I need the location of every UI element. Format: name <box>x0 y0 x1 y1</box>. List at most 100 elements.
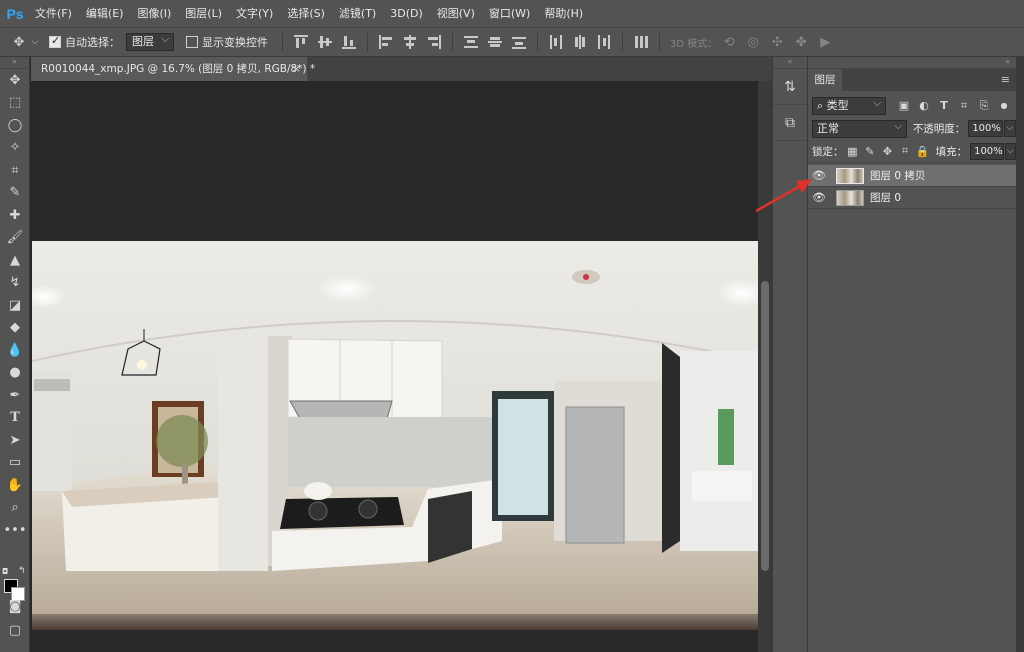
3d-roll-icon[interactable]: ◎ <box>744 33 762 51</box>
swap-colors-icon[interactable]: ↰ <box>18 566 26 576</box>
filter-shape-icon[interactable]: ⌗ <box>956 99 972 113</box>
lock-position-icon[interactable]: ✥ <box>881 145 895 158</box>
lock-all-icon[interactable]: 🔒 <box>916 145 930 158</box>
dodge-tool-icon[interactable]: ● <box>0 362 30 385</box>
align-hcenter-icon[interactable] <box>403 35 417 49</box>
marquee-tool-icon[interactable]: ⬚ <box>0 92 30 115</box>
scrollbar-thumb[interactable] <box>761 281 769 571</box>
collapse-dock-icon[interactable]: « <box>773 57 807 69</box>
more-tools-icon[interactable]: ••• <box>0 519 30 542</box>
filter-pixel-icon[interactable]: ▣ <box>896 99 912 112</box>
menu-edit[interactable]: 编辑(E) <box>79 0 131 27</box>
canvas-area[interactable] <box>31 81 758 652</box>
auto-select-label: 自动选择： <box>65 36 120 49</box>
auto-align-icon[interactable] <box>634 35 648 49</box>
3d-scale-icon[interactable]: ▶ <box>816 33 834 51</box>
menu-3d[interactable]: 3D(D) <box>383 0 430 27</box>
lock-artboard-icon[interactable]: ⌗ <box>898 144 912 158</box>
opacity-input[interactable]: 100% <box>968 120 1003 137</box>
annotation-arrow-icon <box>755 179 812 213</box>
expand-panel-icon[interactable]: « <box>808 57 1016 69</box>
menu-window[interactable]: 窗口(W) <box>482 0 537 27</box>
eraser-tool-icon[interactable]: ◪ <box>0 294 30 317</box>
opacity-dropdown-button[interactable]: ⌵ <box>1003 120 1016 137</box>
show-transform-checkbox[interactable] <box>186 36 198 48</box>
align-top-icon[interactable] <box>294 35 308 49</box>
menu-filter[interactable]: 滤镜(T) <box>332 0 383 27</box>
fill-dropdown-button[interactable]: ⌵ <box>1004 142 1017 160</box>
paint-bucket-tool-icon[interactable]: ◆ <box>0 317 30 340</box>
healing-brush-tool-icon[interactable]: ✚ <box>0 204 30 227</box>
distribute-top-icon[interactable] <box>464 35 478 49</box>
menu-help[interactable]: 帮助(H) <box>537 0 590 27</box>
quick-mask-icon[interactable]: ◙ <box>0 595 30 618</box>
path-selection-tool-icon[interactable]: ➤ <box>0 429 30 452</box>
default-colors-icon[interactable]: ◘ <box>2 567 8 576</box>
document-tab-bar: R0010044_xmp.JPG @ 16.7% (图层 0 拷贝, RGB/8… <box>31 57 772 81</box>
search-icon: ⌕ <box>817 98 824 112</box>
lock-transparent-icon[interactable]: ▦ <box>846 145 860 158</box>
filter-toggle-icon[interactable]: ● <box>996 101 1012 110</box>
filter-smart-object-icon[interactable]: ⎘ <box>976 99 992 113</box>
align-left-icon[interactable] <box>379 35 393 49</box>
menu-view[interactable]: 视图(V) <box>430 0 482 27</box>
layers-panel: « 图层 ≡ ⌕ 类型 ▣ ◐ T ⌗ ⎘ ● 正常 不透明度： 100% ⌵ … <box>808 57 1017 652</box>
eyedropper-tool-icon[interactable]: ✎ <box>0 182 30 205</box>
rectangle-tool-icon[interactable]: ▭ <box>0 452 30 475</box>
filter-adjustment-icon[interactable]: ◐ <box>916 99 932 112</box>
close-document-button[interactable]: × <box>292 57 301 81</box>
filter-kind-value: 类型 <box>826 98 849 112</box>
align-bottom-icon[interactable] <box>342 35 356 49</box>
distribute-left-icon[interactable] <box>549 35 563 49</box>
3d-rotate-icon[interactable]: ⟲ <box>720 33 738 51</box>
magic-wand-tool-icon[interactable]: ✧ <box>0 137 30 160</box>
menu-select[interactable]: 选择(S) <box>280 0 332 27</box>
blur-tool-icon[interactable]: 💧 <box>0 339 30 362</box>
panel-menu-icon[interactable]: ≡ <box>1001 73 1010 86</box>
screen-mode-icon[interactable]: ▢ <box>0 619 30 642</box>
filter-kind-dropdown[interactable]: ⌕ 类型 <box>812 96 886 115</box>
history-brush-tool-icon[interactable]: ↯ <box>0 272 30 295</box>
zoom-tool-icon[interactable]: ⌕ <box>0 497 30 520</box>
filter-type-icon[interactable]: T <box>936 99 952 112</box>
layer-row[interactable]: 👁 图层 0 <box>808 187 1016 209</box>
adjustments-panel-icon[interactable]: ⇅ <box>773 69 807 105</box>
pen-tool-icon[interactable]: ✒ <box>0 384 30 407</box>
document-tab[interactable]: R0010044_xmp.JPG @ 16.7% (图层 0 拷贝, RGB/8… <box>31 57 315 81</box>
layer-thumbnail <box>836 167 864 184</box>
auto-select-checkbox[interactable] <box>49 34 61 48</box>
lasso-tool-icon[interactable]: ◯ <box>0 114 30 137</box>
3d-pan-icon[interactable]: ✣ <box>768 33 786 51</box>
fill-input[interactable]: 100% <box>970 142 1004 160</box>
collapse-toolbar-icon[interactable]: » <box>0 57 29 69</box>
panorama-image[interactable] <box>32 241 758 614</box>
type-tool-icon[interactable]: T <box>0 407 30 430</box>
move-tool-preset-icon[interactable]: ✥ <box>10 33 28 51</box>
move-tool-icon[interactable]: ✥ <box>0 69 30 92</box>
blend-mode-dropdown[interactable]: 正常 <box>812 119 907 138</box>
menu-layer[interactable]: 图层(L) <box>178 0 229 27</box>
lock-image-icon[interactable]: ✎ <box>863 145 877 158</box>
divider <box>537 33 538 51</box>
menu-file[interactable]: 文件(F) <box>28 0 79 27</box>
auto-select-target-dropdown[interactable]: 图层 <box>126 32 174 51</box>
lock-fill-row: 锁定： ▦ ✎ ✥ ⌗ 🔒 填充： 100% ⌵ <box>808 140 1017 163</box>
distribute-vcenter-icon[interactable] <box>488 35 502 49</box>
distribute-hcenter-icon[interactable] <box>573 35 587 49</box>
paths-panel-icon[interactable]: ⧉ <box>773 105 807 141</box>
align-right-icon[interactable] <box>427 35 441 49</box>
brush-tool-icon[interactable]: 🖌 <box>0 227 30 250</box>
tab-layers[interactable]: 图层 <box>808 69 842 91</box>
clone-stamp-tool-icon[interactable]: ▲ <box>0 249 30 272</box>
distribute-right-icon[interactable] <box>597 35 611 49</box>
layer-name: 图层 0 <box>870 192 902 204</box>
menu-image[interactable]: 图像(I) <box>130 0 178 27</box>
distribute-bottom-icon[interactable] <box>512 35 526 49</box>
crop-tool-icon[interactable]: ⌗ <box>0 159 30 182</box>
chevron-down-icon[interactable]: ⌵ <box>31 33 39 51</box>
menu-type[interactable]: 文字(Y) <box>229 0 280 27</box>
3d-slide-icon[interactable]: ✤ <box>792 33 810 51</box>
align-vcenter-icon[interactable] <box>318 35 332 49</box>
hand-tool-icon[interactable]: ✋ <box>0 474 30 497</box>
layer-row[interactable]: 👁 图层 0 拷贝 <box>808 165 1016 187</box>
